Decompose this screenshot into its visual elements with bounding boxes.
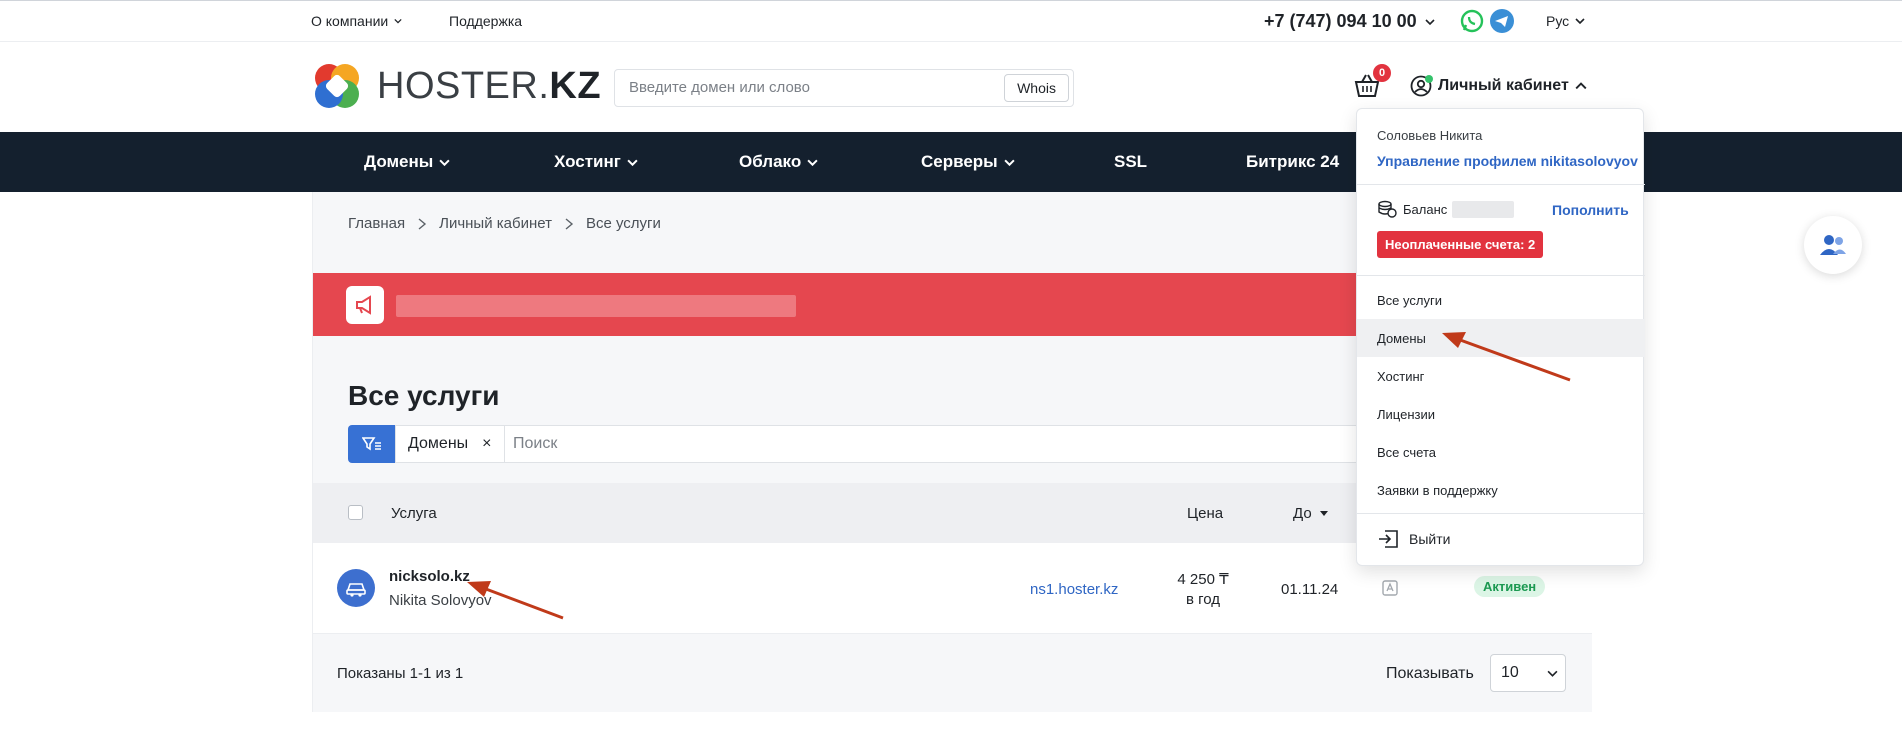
whatsapp-icon[interactable] — [1460, 9, 1484, 33]
divider — [1357, 184, 1645, 185]
phone-menu[interactable]: +7 (747) 094 10 00 — [1264, 11, 1435, 32]
logout-button[interactable]: Выйти — [1377, 529, 1450, 549]
chevron-down-icon — [1425, 18, 1435, 25]
online-status-dot — [1425, 75, 1433, 83]
chevron-down-icon — [1004, 159, 1015, 166]
filter-chip-label: Домены — [408, 435, 469, 452]
coins-icon — [1378, 200, 1397, 218]
chevron-down-icon — [394, 18, 402, 24]
logo-mark-icon — [315, 64, 359, 108]
domain-search-box: Whois — [614, 69, 1074, 107]
nav-label: Хостинг — [554, 152, 621, 171]
chevron-down-icon — [807, 159, 818, 166]
chevron-down-icon — [627, 159, 638, 166]
status-badge: Активен — [1474, 576, 1546, 597]
megaphone-icon — [346, 286, 384, 324]
chevron-down-icon — [1575, 18, 1585, 25]
dropdown-item-support-tickets[interactable]: Заявки в поддержку — [1357, 471, 1645, 509]
telegram-icon[interactable] — [1490, 9, 1514, 33]
chevron-down-icon — [1547, 670, 1558, 677]
balance-label: Баланс — [1403, 201, 1448, 217]
unpaid-invoices-badge[interactable]: Неоплаченные счета: 2 — [1377, 231, 1544, 258]
language-selector[interactable]: Рус — [1546, 13, 1585, 29]
phone-number: +7 (747) 094 10 00 — [1264, 11, 1417, 31]
dropdown-item-hosting[interactable]: Хостинг — [1357, 357, 1645, 395]
breadcrumb-current: Все услуги — [585, 215, 661, 232]
nav-item-bitrix24[interactable]: Битрикс 24 — [1246, 152, 1339, 172]
column-price: Цена — [1187, 505, 1224, 522]
about-company-menu[interactable]: О компании — [311, 13, 402, 29]
banner-redacted-text — [396, 295, 796, 317]
about-company-label: О компании — [311, 13, 389, 29]
dropdown-user-name: Соловьев Никита — [1377, 128, 1483, 143]
support-link[interactable]: Поддержка — [449, 13, 522, 29]
logout-label: Выйти — [1409, 531, 1451, 547]
nav-item-servers[interactable]: Серверы — [921, 152, 1015, 172]
account-label: Личный кабинет — [1438, 77, 1569, 94]
support-chat-button[interactable] — [1804, 216, 1862, 274]
logout-icon — [1379, 530, 1398, 548]
whois-button[interactable]: Whois — [1004, 74, 1069, 102]
pagination-summary: Показаны 1-1 из 1 — [337, 665, 464, 682]
breadcrumb-account[interactable]: Личный кабинет — [439, 215, 552, 232]
nav-item-ssl[interactable]: SSL — [1114, 152, 1147, 172]
column-until[interactable]: До — [1293, 505, 1328, 522]
balance-value-redacted — [1452, 201, 1514, 218]
filter-search-input[interactable] — [513, 435, 1213, 453]
nav-item-cloud[interactable]: Облако — [739, 152, 818, 172]
document-icon[interactable] — [1381, 579, 1399, 597]
column-until-label: До — [1293, 505, 1312, 522]
filter-icon — [361, 437, 381, 451]
nav-label: Серверы — [921, 152, 998, 171]
nav-label: Домены — [364, 152, 434, 171]
language-label: Рус — [1546, 13, 1570, 29]
divider — [1357, 275, 1645, 276]
nav-label: Облако — [739, 152, 802, 171]
domain-search-input[interactable] — [629, 79, 989, 96]
breadcrumb-home[interactable]: Главная — [348, 215, 405, 232]
dropdown-item-licenses[interactable]: Лицензии — [1357, 395, 1645, 433]
dropdown-item-domains[interactable]: Домены — [1357, 319, 1645, 357]
row-domain-name[interactable]: nicksolo.kz — [389, 568, 470, 585]
nav-item-domains[interactable]: Домены — [364, 152, 450, 172]
breadcrumb: Главная Личный кабинет Все услуги — [348, 215, 661, 232]
row-price-period: в год — [1185, 591, 1221, 608]
filter-chip-domains: Домены × — [395, 425, 505, 463]
chevron-down-icon — [439, 159, 450, 166]
hoster-logo[interactable]: HOSTER.KZ — [311, 60, 601, 112]
per-page-value: 10 — [1501, 664, 1519, 681]
row-nameserver[interactable]: ns1.hoster.kz — [1030, 581, 1118, 598]
dropdown-item-all-services[interactable]: Все услуги — [1357, 281, 1645, 319]
account-dropdown: Соловьев Никита Управление профилем niki… — [1356, 108, 1645, 566]
per-page-select[interactable]: 10 — [1490, 654, 1566, 692]
close-icon[interactable]: × — [482, 435, 491, 453]
divider — [1357, 513, 1645, 514]
topup-link[interactable]: Пополнить — [1552, 202, 1629, 218]
chevron-right-icon — [565, 217, 574, 230]
account-menu-toggle[interactable]: Личный кабинет — [1410, 75, 1587, 97]
filter-button[interactable] — [348, 425, 395, 463]
row-price-amount: 4 250 ₸ — [1177, 571, 1229, 588]
sort-desc-icon — [1319, 510, 1328, 516]
chevron-right-icon — [418, 217, 427, 230]
domain-avatar — [337, 569, 375, 607]
column-service: Услуга — [391, 505, 437, 522]
logo-text: HOSTER.KZ — [377, 64, 602, 107]
balance-row: Баланс — [1377, 200, 1447, 218]
users-icon — [1820, 235, 1846, 255]
page-title: Все услуги — [348, 380, 500, 411]
top-utility-bar: О компании Поддержка +7 (747) 094 10 00 … — [0, 0, 1902, 42]
row-owner: Nikita Solovyov — [389, 592, 492, 609]
row-price: 4 250 ₸ в год — [1168, 570, 1238, 610]
nav-item-hosting[interactable]: Хостинг — [554, 152, 638, 172]
select-all-checkbox[interactable] — [348, 505, 363, 520]
chevron-up-icon — [1575, 82, 1587, 90]
profile-management-link[interactable]: Управление профилем nikitasolovyov — [1377, 153, 1638, 169]
per-page-label: Показывать — [1386, 665, 1474, 682]
row-expiry-date: 01.11.24 — [1281, 581, 1339, 598]
dropdown-item-all-invoices[interactable]: Все счета — [1357, 433, 1645, 471]
domain-car-icon — [346, 583, 366, 597]
cart-count-badge: 0 — [1373, 64, 1391, 82]
